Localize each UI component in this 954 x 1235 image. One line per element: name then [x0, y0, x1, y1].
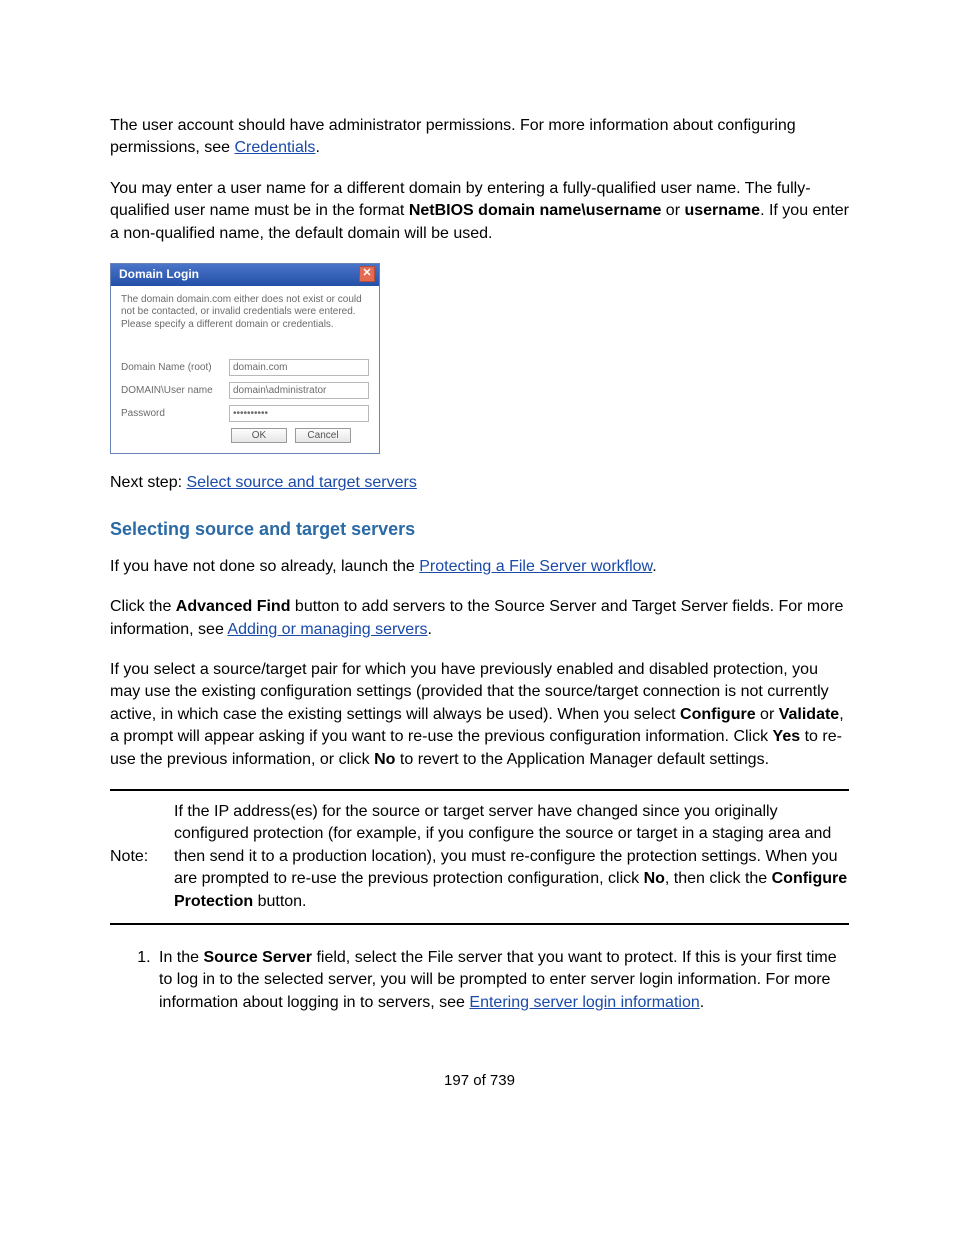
text-bold: Yes [773, 728, 801, 745]
text: If you have not done so already, launch … [110, 558, 419, 575]
paragraph-username-format: You may enter a user name for a differen… [110, 178, 849, 245]
dialog-body: The domain domain.com either does not ex… [111, 286, 379, 454]
cancel-button[interactable]: Cancel [295, 428, 351, 443]
text-bold: Validate [779, 706, 839, 723]
note-body: If the IP address(es) for the source or … [174, 801, 849, 913]
note-box: Note: If the IP address(es) for the sour… [110, 789, 849, 925]
text: In the [159, 949, 203, 966]
text: to revert to the Application Manager def… [395, 751, 769, 768]
text: , then click the [665, 870, 772, 887]
ok-button[interactable]: OK [231, 428, 287, 443]
link-protecting-workflow[interactable]: Protecting a File Server workflow [419, 558, 652, 575]
paragraph-reuse-config: If you select a source/target pair for w… [110, 659, 849, 771]
dialog-row-user: DOMAIN\User name [121, 382, 369, 399]
text: Click the [110, 598, 176, 615]
close-icon[interactable]: ✕ [359, 266, 375, 282]
paragraph-permissions: The user account should have administrat… [110, 115, 849, 160]
text: or [661, 202, 684, 219]
link-credentials[interactable]: Credentials [235, 139, 316, 156]
text: . [700, 994, 704, 1011]
text-bold: Advanced Find [176, 598, 291, 615]
text-bold: Configure [680, 706, 756, 723]
step-list: In the Source Server field, select the F… [110, 947, 849, 1014]
text: or [756, 706, 779, 723]
text: . [652, 558, 656, 575]
text: button. [253, 893, 306, 910]
dialog-button-row: OK Cancel [231, 428, 369, 443]
list-item: In the Source Server field, select the F… [155, 947, 849, 1014]
text-bold: No [644, 870, 665, 887]
input-domain-name[interactable] [229, 359, 369, 376]
text: . [428, 621, 432, 638]
dialog-row-domain: Domain Name (root) [121, 359, 369, 376]
paragraph-next-step: Next step: Select source and target serv… [110, 472, 849, 494]
page-number: 197 of 739 [110, 1072, 849, 1089]
dialog-titlebar: Domain Login ✕ [111, 264, 379, 286]
input-user-name[interactable] [229, 382, 369, 399]
label-user-name: DOMAIN\User name [121, 385, 229, 396]
text-bold: Source Server [203, 949, 312, 966]
link-adding-servers[interactable]: Adding or managing servers [227, 621, 427, 638]
paragraph-advanced-find: Click the Advanced Find button to add se… [110, 596, 849, 641]
label-password: Password [121, 408, 229, 419]
label-domain-name: Domain Name (root) [121, 362, 229, 373]
domain-login-dialog: Domain Login ✕ The domain domain.com eit… [110, 263, 380, 455]
dialog-title: Domain Login [119, 267, 199, 281]
text-bold: No [374, 751, 395, 768]
link-entering-login-info[interactable]: Entering server login information [469, 994, 699, 1011]
text: The user account should have administrat… [110, 117, 796, 156]
link-select-servers[interactable]: Select source and target servers [186, 474, 416, 491]
note-label: Note: [110, 801, 174, 913]
heading-selecting-servers: Selecting source and target servers [110, 519, 849, 540]
text-bold: NetBIOS domain name\username [409, 202, 662, 219]
paragraph-launch-workflow: If you have not done so already, launch … [110, 556, 849, 578]
text: . [315, 139, 319, 156]
dialog-message: The domain domain.com either does not ex… [121, 294, 369, 332]
text-bold: username [684, 202, 760, 219]
text: Next step: [110, 474, 186, 491]
input-password[interactable] [229, 405, 369, 422]
dialog-row-password: Password [121, 405, 369, 422]
